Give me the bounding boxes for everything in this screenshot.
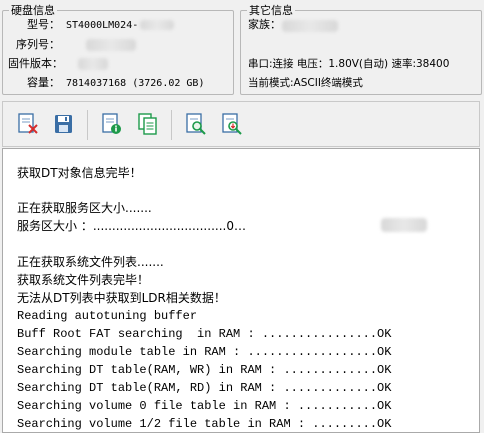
capacity-label: 容量：: [27, 76, 60, 89]
firmware-label: 固件版本：: [8, 57, 63, 70]
save-button[interactable]: [53, 112, 75, 136]
log-line: Searching module table in RAM : ........…: [17, 345, 392, 359]
model-label: 型号：: [27, 18, 60, 31]
family-row: 家族：: [248, 18, 338, 32]
log-line: 获取DT对象信息完毕！: [17, 166, 142, 180]
copy-icon: [138, 113, 157, 135]
model-value: ST4000LM024-: [66, 20, 139, 31]
clear-log-icon: [18, 113, 38, 134]
search-button[interactable]: [185, 112, 207, 136]
other-info-title: 其它信息: [249, 4, 293, 17]
capacity-value: 7814037168 (3726.02 GB): [66, 78, 205, 89]
log-line: 服务区大小 ：.................................…: [17, 219, 246, 233]
redacted-serial: [86, 39, 136, 51]
log-line: 正在获取系统文件列表.......: [17, 255, 164, 269]
copy-button[interactable]: [137, 112, 159, 136]
redacted-family: [282, 20, 338, 32]
search-download-button[interactable]: [221, 112, 243, 136]
redacted-service-size: [381, 218, 427, 232]
log-output[interactable]: 获取DT对象信息完毕！ 正在获取服务区大小....... 服务区大小 ：....…: [2, 148, 480, 433]
view-info-icon: [102, 113, 121, 134]
redacted-model-suffix: [140, 20, 174, 30]
toolbar-separator: [171, 110, 172, 140]
serial-port-status: 串口:连接 电压：1.80V(自动) 速率:38400: [248, 58, 450, 70]
log-line: Searching volume 1/2 file table in RAM :…: [17, 417, 392, 431]
toolbar-separator: [87, 110, 88, 140]
log-line: 无法从DT列表中获取到LDR相关数据！: [17, 291, 226, 305]
clear-log-button[interactable]: [17, 112, 39, 136]
log-line: Reading autotuning buffer: [17, 309, 198, 323]
redacted-firmware: [78, 58, 108, 70]
toolbar: [2, 101, 480, 147]
search-download-icon: [222, 113, 242, 135]
log-line: 获取系统文件列表完毕！: [17, 273, 150, 287]
serial-label: 序列号：: [16, 38, 60, 51]
log-line: Searching DT table(RAM, RD) in RAM : ...…: [17, 381, 392, 395]
log-line: Searching volume 0 file table in RAM : .…: [17, 399, 392, 413]
view-info-button[interactable]: [101, 112, 123, 136]
current-mode-status: 当前模式:ASCII终端模式: [248, 77, 363, 89]
search-icon: [186, 113, 206, 135]
disk-info-title: 硬盘信息: [11, 4, 55, 17]
save-icon: [55, 115, 72, 133]
log-line: 正在获取服务区大小.......: [17, 201, 152, 215]
log-line: Buff Root FAT searching in RAM : .......…: [17, 327, 392, 341]
family-label: 家族：: [248, 18, 281, 31]
log-line: Searching DT table(RAM, WR) in RAM : ...…: [17, 363, 392, 377]
